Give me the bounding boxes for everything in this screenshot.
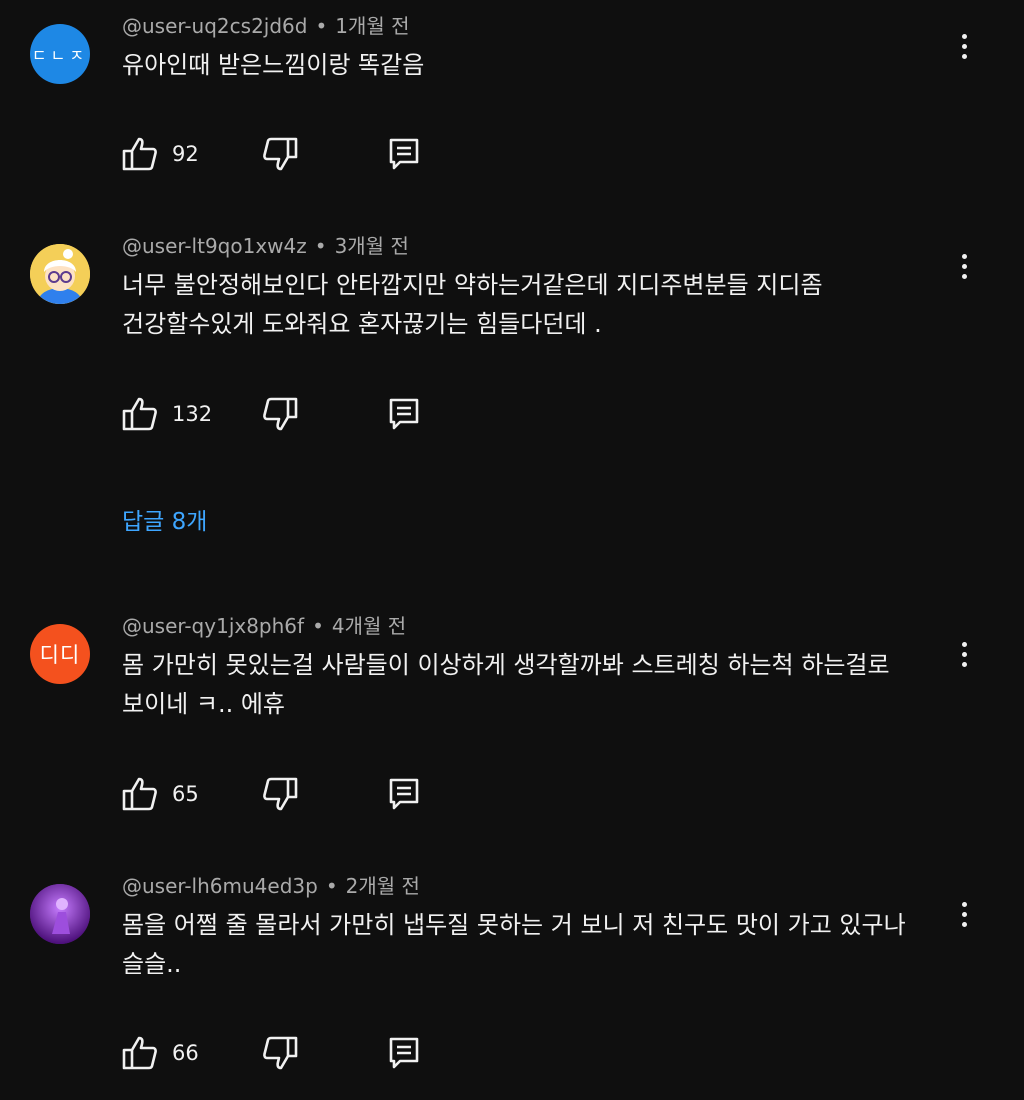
comment-meta: @user-qy1jx8ph6f • 4개월 전 [122,610,406,639]
avatar[interactable] [30,884,90,944]
reply-icon [389,778,419,810]
thumbs-down-icon [263,137,298,171]
view-replies-button[interactable]: 답글 8개 [122,502,207,536]
like-count: 65 [172,782,199,806]
more-vert-icon[interactable] [950,26,978,66]
thumbs-down-icon [263,397,298,431]
avatar[interactable]: ㄷㄴㅈ [30,24,90,84]
comment-text: 유아인때 받은느낌이랑 똑같음 [122,46,952,85]
reply-button[interactable] [388,1033,420,1073]
cartoon-avatar-image [30,244,90,304]
separator-dot: • [314,234,327,258]
comment-time[interactable]: 3개월 전 [335,234,409,258]
like-button[interactable]: 65 [120,774,199,814]
dislike-button[interactable] [260,394,300,434]
comment-line: 몸을 어쩔 줄 몰라서 가만히 냅두질 못하는 거 보니 저 친구도 맛이 가고… [122,911,906,939]
comment-time[interactable]: 1개월 전 [335,14,409,38]
reply-button[interactable] [388,774,420,814]
thumbs-up-icon [122,137,157,171]
comment-text: 너무 불안정해보인다 안타깝지만 약하는거같은데 지디주변분들 지디좀 건강할수… [122,266,952,344]
photo-avatar-image [30,884,90,944]
avatar[interactable]: 디디 [30,624,90,684]
dislike-button[interactable] [260,774,300,814]
like-count: 66 [172,1041,199,1065]
comment-author[interactable]: @user-qy1jx8ph6f [122,614,304,638]
dislike-button[interactable] [260,134,300,174]
thumbs-up-icon [122,397,157,431]
comment-text: 몸 가만히 못있는걸 사람들이 이상하게 생각할까봐 스트레칭 하는척 하는걸로… [122,646,952,724]
separator-dot: • [325,874,338,898]
comment-meta: @user-lt9qo1xw4z • 3개월 전 [122,230,409,259]
comment-line: 너무 불안정해보인다 안타깝지만 약하는거같은데 지디주변분들 지디좀 [122,271,823,299]
reply-icon [389,138,419,170]
comment-actions: 66 [120,1033,440,1073]
thumbs-up-icon [122,1036,157,1070]
more-vert-icon[interactable] [950,634,978,674]
like-count: 132 [172,402,213,426]
reply-button[interactable] [388,134,420,174]
comment-line: 몸 가만히 못있는걸 사람들이 이상하게 생각할까봐 스트레칭 하는척 하는걸로 [122,651,890,679]
avatar-initials: ㄷㄴㅈ [31,46,89,65]
comment-text: 몸을 어쩔 줄 몰라서 가만히 냅두질 못하는 거 보니 저 친구도 맛이 가고… [122,906,952,984]
reply-icon [389,398,419,430]
comment-actions: 92 [120,134,440,174]
comment-line: 유아인때 받은느낌이랑 똑같음 [122,51,425,79]
thumbs-down-icon [263,1036,298,1070]
like-button[interactable]: 66 [120,1033,199,1073]
reply-button[interactable] [388,394,420,434]
thumbs-up-icon [122,777,157,811]
comment-time[interactable]: 4개월 전 [332,614,406,638]
comment-line: 슬슬.. [122,950,182,978]
like-count: 92 [172,142,199,166]
more-vert-icon[interactable] [950,894,978,934]
comment-meta: @user-lh6mu4ed3p • 2개월 전 [122,870,420,899]
avatar-initials: 디디 [39,643,81,667]
comment-actions: 132 [120,394,440,434]
like-button[interactable]: 132 [120,394,212,434]
like-button[interactable]: 92 [120,134,199,174]
comment-line: 건강할수있게 도와줘요 혼자끊기는 힘들다던데 . [122,310,602,338]
comment-author[interactable]: @user-lh6mu4ed3p [122,874,318,898]
thumbs-down-icon [263,777,298,811]
comment-meta: @user-uq2cs2jd6d • 1개월 전 [122,10,410,39]
reply-icon [389,1037,419,1069]
comment-line: 보이네 ㅋ.. 에휴 [122,690,285,718]
comment-author[interactable]: @user-lt9qo1xw4z [122,234,307,258]
avatar[interactable] [30,244,90,304]
more-vert-icon[interactable] [950,246,978,286]
comment-actions: 65 [120,774,440,814]
comment-time[interactable]: 2개월 전 [346,874,420,898]
separator-dot: • [315,14,328,38]
comment-author[interactable]: @user-uq2cs2jd6d [122,14,307,38]
dislike-button[interactable] [260,1033,300,1073]
separator-dot: • [312,614,324,638]
